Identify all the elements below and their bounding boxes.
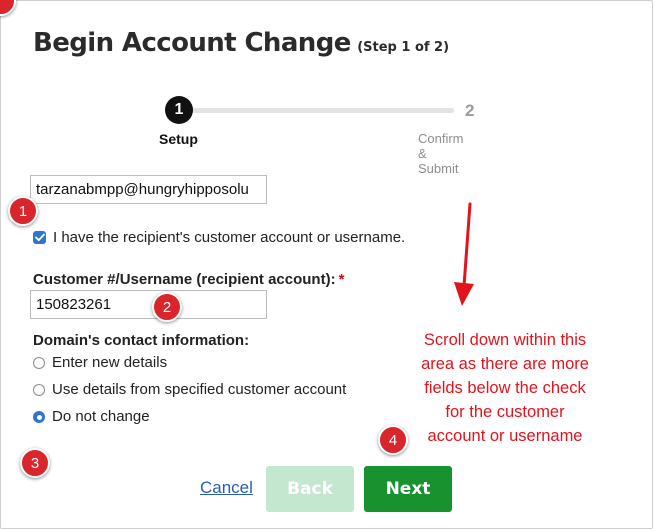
note-line: Scroll down within this (423, 331, 587, 349)
page-title: Begin Account Change (Step 1 of 2) (33, 28, 449, 58)
stepper-track (192, 108, 454, 113)
has-account-checkbox-row[interactable]: I have the recipient's customer account … (33, 229, 405, 246)
step-2-label: Confirm & Submit (418, 131, 464, 176)
annotation-marker-1: 1 (8, 196, 38, 226)
annotation-arrow-icon (454, 202, 474, 306)
note-line: area as there are more (421, 355, 589, 373)
radio-option-enter-new[interactable]: Enter new details (33, 354, 167, 371)
note-line: account or username (427, 427, 583, 445)
next-button[interactable]: Next (364, 466, 452, 512)
note-line: for the customer (445, 403, 565, 421)
annotation-marker-3: 3 (20, 448, 50, 478)
page-title-text: Begin Account Change (33, 28, 351, 58)
customer-number-input[interactable] (30, 290, 267, 319)
customer-number-label-text: Customer #/Username (recipient account): (33, 271, 336, 288)
radio-enter-new[interactable] (33, 356, 45, 369)
radio-option-do-not-change[interactable]: Do not change (33, 408, 150, 425)
marker-1-text: 1 (18, 202, 28, 220)
marker-2-text: 2 (162, 298, 172, 316)
recipient-email-input[interactable] (30, 175, 267, 204)
radio-do-not-change[interactable] (33, 410, 45, 423)
domain-contact-label: Domain's contact information: (33, 332, 250, 349)
marker-4-text: 4 (388, 431, 398, 449)
has-account-checkbox-label: I have the recipient's customer account … (53, 229, 406, 246)
radio-use-specified-label: Use details from specified customer acco… (52, 381, 347, 398)
step-1-indicator: 1 (165, 96, 193, 124)
step-1-label: Setup (159, 131, 198, 147)
customer-number-label: Customer #/Username (recipient account):… (33, 271, 344, 288)
scroll-annotation-note: Scroll down within this area as there ar… (395, 328, 615, 448)
annotation-marker-4: 4 (378, 425, 408, 455)
radio-option-use-specified[interactable]: Use details from specified customer acco… (33, 381, 346, 398)
marker-3-text: 3 (30, 454, 40, 472)
dialog-frame (0, 0, 653, 529)
page-subtitle: (Step 1 of 2) (357, 40, 450, 55)
cancel-link[interactable]: Cancel (200, 478, 253, 498)
step-1-number: 1 (174, 101, 184, 118)
has-account-checkbox[interactable] (33, 231, 46, 244)
required-indicator: * (338, 271, 345, 288)
step-2-number: 2 (465, 101, 475, 120)
radio-use-specified[interactable] (33, 383, 45, 396)
back-button[interactable]: Back (266, 466, 354, 512)
radio-do-not-change-label: Do not change (52, 408, 150, 425)
radio-enter-new-label: Enter new details (52, 354, 168, 371)
checkmark-icon (34, 233, 45, 242)
annotation-marker-2: 2 (152, 292, 182, 322)
note-line: fields below the check (424, 379, 586, 397)
